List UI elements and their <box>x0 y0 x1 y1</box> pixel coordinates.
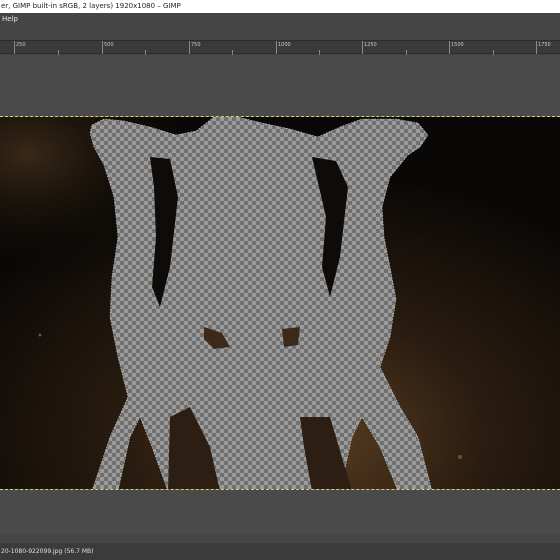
ruler-label: 1750 <box>538 42 551 48</box>
ruler-tick <box>102 41 103 54</box>
status-file-info: 20-1080-922099.jpg (56.7 MB) <box>1 548 94 555</box>
ruler-label: 750 <box>191 42 201 48</box>
ruler-label: 1500 <box>451 42 464 48</box>
light-particle <box>458 455 462 459</box>
ruler-label: 1000 <box>278 42 291 48</box>
image-canvas[interactable] <box>0 116 560 490</box>
light-particle <box>38 333 42 337</box>
ruler-label: 250 <box>16 42 26 48</box>
ruler-tick <box>362 41 363 54</box>
statusbar: 20-1080-922099.jpg (56.7 MB) <box>0 543 560 560</box>
menu-item-help[interactable]: Help <box>2 15 18 23</box>
ruler-tick <box>14 41 15 54</box>
window-title: er, GIMP built-in sRGB, 2 layers) 1920x1… <box>1 2 181 10</box>
status-separator <box>0 535 560 543</box>
tool-options-strip <box>0 25 560 40</box>
window-titlebar: er, GIMP built-in sRGB, 2 layers) 1920x1… <box>0 0 560 13</box>
ruler-tick <box>536 41 537 54</box>
ruler-tick <box>276 41 277 54</box>
horizontal-ruler[interactable]: 250 500 750 1000 1250 1500 1750 <box>0 40 560 55</box>
ruler-label: 500 <box>104 42 114 48</box>
ruler-tick <box>449 41 450 54</box>
ruler-tick <box>189 41 190 54</box>
image-layer <box>0 117 560 489</box>
ruler-label: 1250 <box>364 42 377 48</box>
dark-gap-center-right <box>282 327 300 347</box>
menubar: Help <box>0 13 560 25</box>
